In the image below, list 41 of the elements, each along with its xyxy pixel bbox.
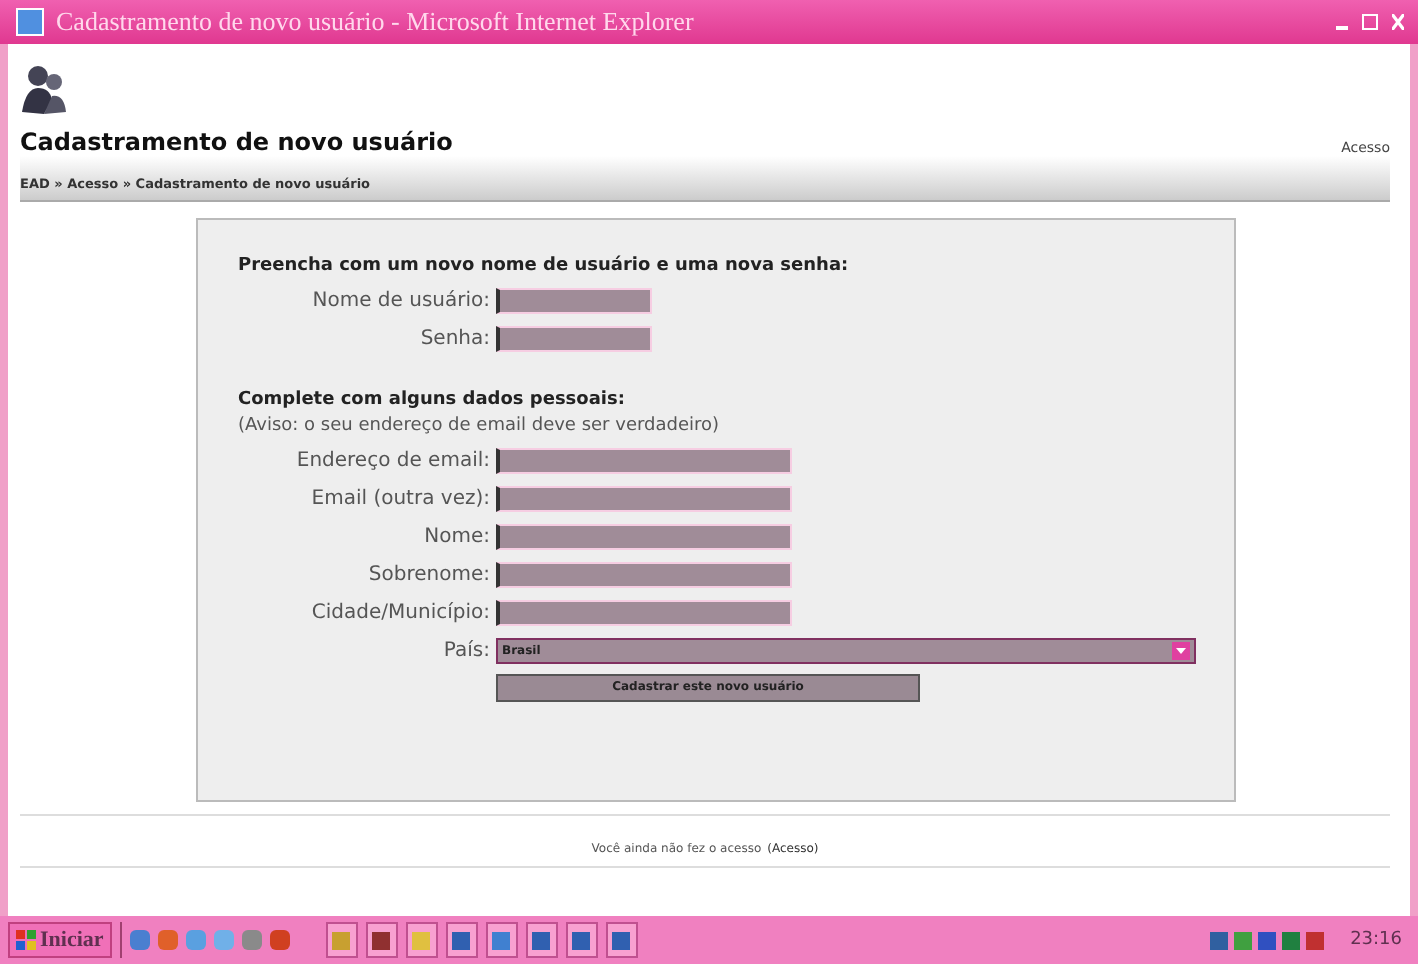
app-icon[interactable] bbox=[241, 930, 262, 950]
close-button[interactable] bbox=[1386, 10, 1410, 34]
taskbar-item[interactable] bbox=[565, 922, 598, 958]
browser-icon bbox=[16, 8, 44, 36]
taskbar-item[interactable] bbox=[405, 922, 438, 958]
input-field[interactable] bbox=[496, 562, 792, 588]
app-icon[interactable] bbox=[269, 930, 290, 950]
taskbar-item[interactable] bbox=[525, 922, 558, 958]
section-heading: Complete com alguns dados pessoais: bbox=[238, 390, 627, 410]
section-heading: Preencha com um novo nome de usuário e uma nova senha: bbox=[238, 256, 851, 276]
window-title: Cadastramento de novo usuário - Microsoft Internet Explorer bbox=[56, 6, 696, 38]
app-icon[interactable] bbox=[157, 930, 178, 950]
taskbar-item[interactable] bbox=[325, 922, 358, 958]
input-field[interactable] bbox=[496, 486, 792, 512]
notice-text: (Aviso: o seu endereço de email deve ser verdadeiro) bbox=[238, 416, 722, 436]
input-field[interactable] bbox=[496, 524, 792, 550]
input-field[interactable] bbox=[496, 288, 652, 314]
maximize-button[interactable] bbox=[1358, 10, 1382, 34]
field-label: Email (outra vez): bbox=[309, 488, 492, 510]
page-title: Cadastramento de novo usuário bbox=[20, 128, 453, 156]
start-button[interactable]: Iniciar bbox=[8, 922, 112, 958]
app-icon[interactable] bbox=[129, 930, 150, 950]
field-label: Nome: bbox=[422, 526, 492, 548]
clock: 23:16 bbox=[1350, 930, 1402, 950]
input-field[interactable] bbox=[496, 600, 792, 626]
windows-logo-icon bbox=[16, 930, 36, 950]
field-label: Nome de usuário: bbox=[310, 290, 492, 312]
field-label: Endereço de email: bbox=[294, 450, 492, 472]
field-label: Cidade/Município: bbox=[309, 602, 492, 624]
app-icon[interactable] bbox=[185, 930, 206, 950]
people-icon bbox=[20, 64, 68, 116]
input-field[interactable] bbox=[496, 448, 792, 474]
input-field[interactable] bbox=[496, 326, 652, 352]
dropdown-arrow-icon bbox=[1172, 642, 1190, 660]
field-label: Sobrenome: bbox=[366, 564, 492, 586]
taskbar-item[interactable] bbox=[605, 922, 638, 958]
taskbar-item[interactable] bbox=[485, 922, 518, 958]
taskbar-item[interactable] bbox=[445, 922, 478, 958]
field-label: Senha: bbox=[418, 328, 492, 350]
taskbar-item[interactable] bbox=[365, 922, 398, 958]
field-label: País: bbox=[441, 640, 492, 662]
